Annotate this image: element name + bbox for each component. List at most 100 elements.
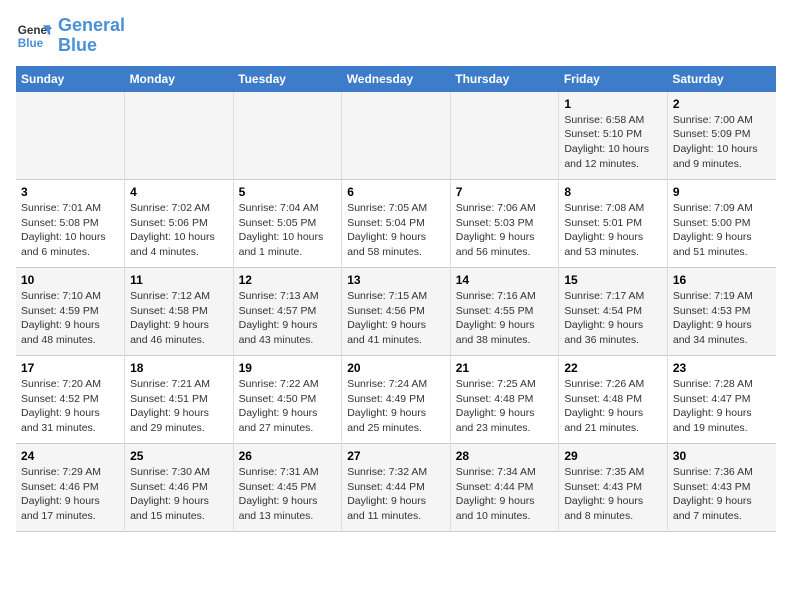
cell-text: Sunrise: 7:09 AM Sunset: 5:00 PM Dayligh… [673, 201, 771, 260]
calendar-cell: 18Sunrise: 7:21 AM Sunset: 4:51 PM Dayli… [125, 356, 234, 444]
calendar-cell: 22 Sunrise: 7:26 AM Sunset: 4:48 PM Dayli… [559, 356, 668, 444]
day-number: 25 [130, 449, 228, 463]
calendar-cell: 19Sunrise: 7:22 AM Sunset: 4:50 PM Dayli… [233, 356, 342, 444]
calendar-cell: 11 Sunrise: 7:12 AM Sunset: 4:58 PM Dayli… [125, 268, 234, 356]
day-number: 9 [673, 185, 771, 199]
weekday-header: Thursday [450, 66, 559, 92]
weekday-header: Sunday [16, 66, 125, 92]
calendar-week-row: 1 Sunrise: 6:58 AM Sunset: 5:10 PM Daylig… [16, 92, 776, 180]
calendar-cell: 3 Sunrise: 7:01 AM Sunset: 5:08 PM Daylig… [16, 180, 125, 268]
logo: General Blue GeneralBlue [16, 16, 125, 56]
logo-text: GeneralBlue [58, 16, 125, 56]
weekday-header: Friday [559, 66, 668, 92]
cell-text: Sunrise: 7:26 AM Sunset: 4:48 PM Dayligh… [564, 377, 662, 436]
day-number: 27 [347, 449, 445, 463]
calendar-cell: 24 Sunrise: 7:29 AM Sunset: 4:46 PM Dayli… [16, 444, 125, 532]
day-number: 26 [239, 449, 337, 463]
weekday-header: Tuesday [233, 66, 342, 92]
cell-text: Sunrise: 7:31 AM Sunset: 4:45 PM Dayligh… [239, 465, 337, 524]
calendar-cell: 30 Sunrise: 7:36 AM Sunset: 4:43 PM Dayli… [667, 444, 776, 532]
day-number: 22 [564, 361, 662, 375]
calendar-cell: 26 Sunrise: 7:31 AM Sunset: 4:45 PM Dayli… [233, 444, 342, 532]
cell-text: Sunrise: 7:10 AM Sunset: 4:59 PM Dayligh… [21, 289, 119, 348]
day-number: 8 [564, 185, 662, 199]
calendar-cell: 23 Sunrise: 7:28 AM Sunset: 4:47 PM Dayli… [667, 356, 776, 444]
calendar-cell: 28 Sunrise: 7:34 AM Sunset: 4:44 PM Dayli… [450, 444, 559, 532]
calendar-cell: 7Sunrise: 7:06 AM Sunset: 5:03 PM Daylig… [450, 180, 559, 268]
calendar-cell [450, 92, 559, 180]
cell-text: Sunrise: 7:25 AM Sunset: 4:48 PM Dayligh… [456, 377, 554, 436]
calendar-header-row: SundayMondayTuesdayWednesdayThursdayFrid… [16, 66, 776, 92]
cell-text: Sunrise: 7:32 AM Sunset: 4:44 PM Dayligh… [347, 465, 445, 524]
logo-icon: General Blue [16, 18, 52, 54]
day-number: 23 [673, 361, 771, 375]
day-number: 7 [456, 185, 554, 199]
calendar-cell: 10 Sunrise: 7:10 AM Sunset: 4:59 PM Dayli… [16, 268, 125, 356]
day-number: 10 [21, 273, 119, 287]
cell-text: Sunrise: 7:13 AM Sunset: 4:57 PM Dayligh… [239, 289, 337, 348]
cell-text: Sunrise: 7:00 AM Sunset: 5:09 PM Dayligh… [673, 113, 771, 172]
cell-text: Sunrise: 7:36 AM Sunset: 4:43 PM Dayligh… [673, 465, 771, 524]
cell-text: Sunrise: 7:28 AM Sunset: 4:47 PM Dayligh… [673, 377, 771, 436]
cell-text: Sunrise: 6:58 AM Sunset: 5:10 PM Dayligh… [564, 113, 662, 172]
cell-text: Sunrise: 7:15 AM Sunset: 4:56 PM Dayligh… [347, 289, 445, 348]
calendar-cell: 20Sunrise: 7:24 AM Sunset: 4:49 PM Dayli… [342, 356, 451, 444]
day-number: 13 [347, 273, 445, 287]
calendar-cell [16, 92, 125, 180]
day-number: 14 [456, 273, 554, 287]
cell-text: Sunrise: 7:24 AM Sunset: 4:49 PM Dayligh… [347, 377, 445, 436]
calendar-cell: 6 Sunrise: 7:05 AM Sunset: 5:04 PM Daylig… [342, 180, 451, 268]
calendar-cell [233, 92, 342, 180]
cell-text: Sunrise: 7:01 AM Sunset: 5:08 PM Dayligh… [21, 201, 119, 260]
calendar-week-row: 24 Sunrise: 7:29 AM Sunset: 4:46 PM Dayli… [16, 444, 776, 532]
calendar-cell: 2Sunrise: 7:00 AM Sunset: 5:09 PM Daylig… [667, 92, 776, 180]
calendar-table: SundayMondayTuesdayWednesdayThursdayFrid… [16, 66, 776, 533]
calendar-cell: 27 Sunrise: 7:32 AM Sunset: 4:44 PM Dayli… [342, 444, 451, 532]
day-number: 28 [456, 449, 554, 463]
calendar-cell: 8 Sunrise: 7:08 AM Sunset: 5:01 PM Daylig… [559, 180, 668, 268]
cell-text: Sunrise: 7:29 AM Sunset: 4:46 PM Dayligh… [21, 465, 119, 524]
calendar-cell: 4 Sunrise: 7:02 AM Sunset: 5:06 PM Daylig… [125, 180, 234, 268]
day-number: 4 [130, 185, 228, 199]
day-number: 1 [564, 97, 662, 111]
cell-text: Sunrise: 7:20 AM Sunset: 4:52 PM Dayligh… [21, 377, 119, 436]
calendar-week-row: 3 Sunrise: 7:01 AM Sunset: 5:08 PM Daylig… [16, 180, 776, 268]
cell-text: Sunrise: 7:19 AM Sunset: 4:53 PM Dayligh… [673, 289, 771, 348]
day-number: 29 [564, 449, 662, 463]
day-number: 15 [564, 273, 662, 287]
cell-text: Sunrise: 7:16 AM Sunset: 4:55 PM Dayligh… [456, 289, 554, 348]
weekday-header: Wednesday [342, 66, 451, 92]
calendar-cell: 9 Sunrise: 7:09 AM Sunset: 5:00 PM Daylig… [667, 180, 776, 268]
calendar-cell: 29 Sunrise: 7:35 AM Sunset: 4:43 PM Dayli… [559, 444, 668, 532]
calendar-cell: 13 Sunrise: 7:15 AM Sunset: 4:56 PM Dayli… [342, 268, 451, 356]
day-number: 30 [673, 449, 771, 463]
cell-text: Sunrise: 7:12 AM Sunset: 4:58 PM Dayligh… [130, 289, 228, 348]
weekday-header: Monday [125, 66, 234, 92]
calendar-cell: 21 Sunrise: 7:25 AM Sunset: 4:48 PM Dayli… [450, 356, 559, 444]
cell-text: Sunrise: 7:35 AM Sunset: 4:43 PM Dayligh… [564, 465, 662, 524]
cell-text: Sunrise: 7:02 AM Sunset: 5:06 PM Dayligh… [130, 201, 228, 260]
calendar-cell: 14 Sunrise: 7:16 AM Sunset: 4:55 PM Dayli… [450, 268, 559, 356]
day-number: 11 [130, 273, 228, 287]
day-number: 19 [239, 361, 337, 375]
day-number: 18 [130, 361, 228, 375]
cell-text: Sunrise: 7:08 AM Sunset: 5:01 PM Dayligh… [564, 201, 662, 260]
day-number: 21 [456, 361, 554, 375]
calendar-week-row: 17Sunrise: 7:20 AM Sunset: 4:52 PM Dayli… [16, 356, 776, 444]
day-number: 3 [21, 185, 119, 199]
calendar-cell: 5Sunrise: 7:04 AM Sunset: 5:05 PM Daylig… [233, 180, 342, 268]
calendar-week-row: 10 Sunrise: 7:10 AM Sunset: 4:59 PM Dayli… [16, 268, 776, 356]
day-number: 16 [673, 273, 771, 287]
weekday-header: Saturday [667, 66, 776, 92]
day-number: 6 [347, 185, 445, 199]
page-header: General Blue GeneralBlue [16, 16, 776, 56]
calendar-cell: 25 Sunrise: 7:30 AM Sunset: 4:46 PM Dayli… [125, 444, 234, 532]
cell-text: Sunrise: 7:04 AM Sunset: 5:05 PM Dayligh… [239, 201, 337, 260]
calendar-cell [125, 92, 234, 180]
cell-text: Sunrise: 7:30 AM Sunset: 4:46 PM Dayligh… [130, 465, 228, 524]
calendar-cell: 17Sunrise: 7:20 AM Sunset: 4:52 PM Dayli… [16, 356, 125, 444]
day-number: 24 [21, 449, 119, 463]
cell-text: Sunrise: 7:05 AM Sunset: 5:04 PM Dayligh… [347, 201, 445, 260]
cell-text: Sunrise: 7:34 AM Sunset: 4:44 PM Dayligh… [456, 465, 554, 524]
day-number: 12 [239, 273, 337, 287]
